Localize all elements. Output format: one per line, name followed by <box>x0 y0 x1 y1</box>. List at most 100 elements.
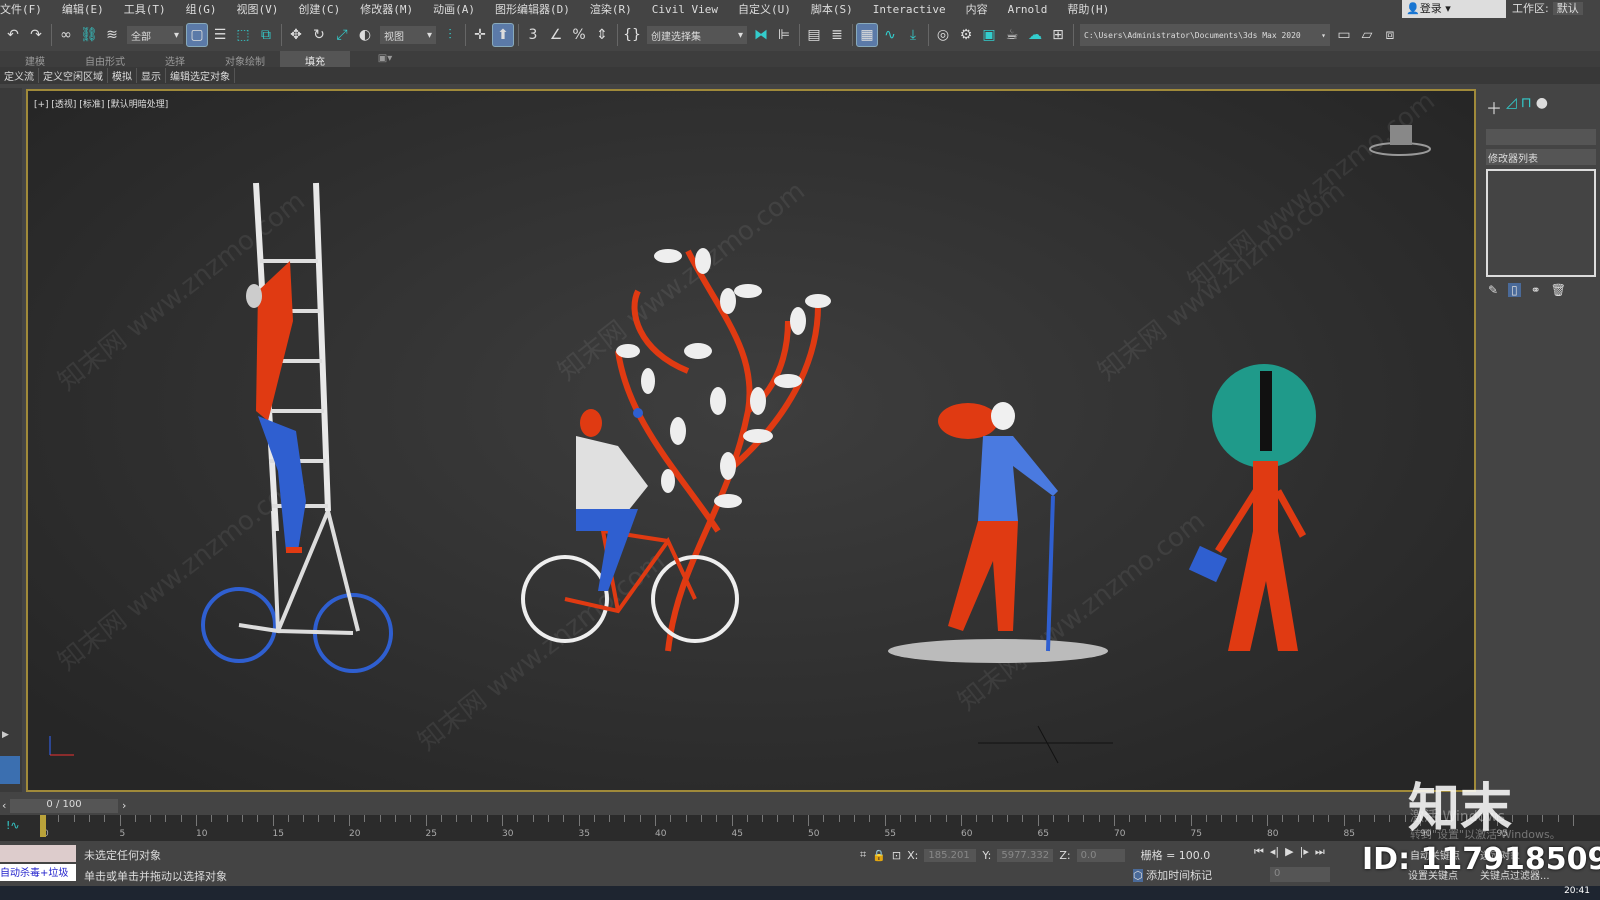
menu-item[interactable]: 组(G) <box>186 1 217 17</box>
object-name-field[interactable] <box>1486 129 1596 145</box>
select-by-name-icon[interactable]: ☰ <box>209 23 231 47</box>
reference-coordinate-dropdown[interactable]: 视图 ▾ <box>380 26 436 44</box>
menu-item[interactable]: 动画(A) <box>433 1 475 17</box>
move-icon[interactable]: ✥ <box>285 23 307 47</box>
simulate-button[interactable]: 模拟 <box>108 68 137 83</box>
prev-key-icon[interactable]: ◂| <box>1270 845 1279 859</box>
current-frame-marker[interactable] <box>40 815 46 837</box>
expand-arrow-icon[interactable]: ▶ <box>2 730 9 740</box>
toggle-ribbon-icon[interactable]: ▦ <box>856 23 878 47</box>
prev-frame-icon[interactable]: ‹ <box>2 799 6 812</box>
view-cube-icon[interactable] <box>1369 125 1431 156</box>
menu-item[interactable]: 内容 <box>966 1 988 17</box>
modifier-stack[interactable] <box>1486 169 1596 277</box>
snap-toggle-icon[interactable]: 3 <box>522 23 544 47</box>
menu-item[interactable]: 文件(F) <box>0 1 42 17</box>
place-icon[interactable]: ◐ <box>354 23 376 47</box>
menu-item[interactable]: 自定义(U) <box>738 1 791 17</box>
menu-item[interactable]: 脚本(S) <box>811 1 853 17</box>
edit-selected-button[interactable]: 编辑选定对象 <box>166 68 235 83</box>
menu-item[interactable]: 编辑(E) <box>62 1 104 17</box>
tab-object-paint[interactable]: 对象绘制 <box>210 51 280 68</box>
layer-explorer-icon[interactable]: ≣ <box>826 23 848 47</box>
open-folder-icon[interactable]: ▱ <box>1356 23 1378 47</box>
menu-item[interactable]: 视图(V) <box>237 1 279 17</box>
menu-item[interactable]: 工具(T) <box>124 1 166 17</box>
display-button[interactable]: 显示 <box>137 68 166 83</box>
schematic-view-icon[interactable]: ⤓ <box>902 23 924 47</box>
create-tab-icon[interactable]: ＋ <box>1486 95 1502 119</box>
motion-tab-icon[interactable]: ● <box>1536 95 1548 119</box>
pin-stack-icon[interactable]: ✎ <box>1488 283 1498 297</box>
spinner-snap-icon[interactable]: ⇕ <box>591 23 613 47</box>
project-folder-icon[interactable]: ▭ <box>1333 23 1355 47</box>
menu-item[interactable]: 创建(C) <box>298 1 340 17</box>
current-frame-field[interactable]: 0 <box>1270 867 1330 882</box>
ladder-bicycle-figure[interactable] <box>201 182 393 673</box>
render-production-icon[interactable]: ☕ <box>1001 23 1023 47</box>
define-idle-areas-button[interactable]: 定义空闲区域 <box>39 68 108 83</box>
scale-icon[interactable]: ⤢ <box>331 23 353 47</box>
ribbon-options-icon[interactable]: ▣▾ <box>350 51 420 67</box>
go-to-start-icon[interactable]: ⏮ <box>1254 845 1264 859</box>
selection-filter-dropdown[interactable]: 全部 ▾ <box>127 26 183 44</box>
add-time-tag[interactable]: ⬡ 添加时间标记 <box>1133 867 1212 883</box>
login-dropdown[interactable]: 👤登录 ▾ <box>1402 0 1506 18</box>
named-selection-dropdown[interactable]: 创建选择集 ▾ <box>647 26 747 44</box>
workspace-selector[interactable]: 工作区: 默认 <box>1512 0 1583 18</box>
menu-item[interactable]: 渲染(R) <box>590 1 632 17</box>
z-coordinate[interactable]: 0.0 <box>1076 848 1125 862</box>
maxscript-listener[interactable] <box>0 845 76 862</box>
menu-item[interactable]: Interactive <box>873 3 946 16</box>
undo-icon[interactable]: ↶ <box>2 23 24 47</box>
absolute-mode-icon[interactable]: ⊡ <box>892 849 901 862</box>
lock-icon[interactable]: 🔒 <box>872 849 886 862</box>
select-manipulate-icon[interactable]: ✛ <box>469 23 491 47</box>
track-bar[interactable]: !∿ 0510152025303540455055606570758085909… <box>0 815 1600 841</box>
curve-editor-mini-icon[interactable]: !∿ <box>6 819 20 832</box>
menu-item[interactable]: 修改器(M) <box>360 1 413 17</box>
redo-icon[interactable]: ↷ <box>25 23 47 47</box>
window-crossing-icon[interactable]: ⧉ <box>255 23 277 47</box>
viewport-layout-icon[interactable]: ⊞ <box>1047 23 1069 47</box>
unlink-icon[interactable]: ⛓ <box>78 23 100 47</box>
tab-freeform[interactable]: 自由形式 <box>70 51 140 68</box>
percent-snap-icon[interactable]: % <box>568 23 590 47</box>
isolate-icon[interactable]: ⌗ <box>860 848 866 862</box>
y-coordinate[interactable]: 5977.332 <box>997 848 1054 862</box>
next-frame-icon[interactable]: › <box>122 799 126 812</box>
menu-item[interactable]: 帮助(H) <box>1067 1 1109 17</box>
bind-space-warp-icon[interactable]: ≋ <box>101 23 123 47</box>
pivot-center-icon[interactable]: ⫶ <box>439 23 461 47</box>
tab-selection[interactable]: 选择 <box>140 51 210 68</box>
rectangular-selection-icon[interactable]: ⬚ <box>232 23 254 47</box>
angle-snap-icon[interactable]: ∠ <box>545 23 567 47</box>
menu-item[interactable]: Arnold <box>1008 3 1048 16</box>
cyclist-tree-figure[interactable] <box>521 248 831 652</box>
play-icon[interactable]: ▶ <box>1285 845 1293 859</box>
select-object-icon[interactable]: ▢ <box>186 23 208 47</box>
tab-modeling[interactable]: 建模 <box>0 51 70 68</box>
render-setup-icon[interactable]: ⚙ <box>955 23 977 47</box>
menu-item[interactable]: Civil View <box>652 3 718 16</box>
material-editor-icon[interactable]: ◎ <box>932 23 954 47</box>
tab-populate[interactable]: 填充 <box>280 51 350 68</box>
modifier-list-dropdown[interactable]: 修改器列表 <box>1486 149 1596 165</box>
viewport-nav-icon[interactable] <box>0 756 20 784</box>
render-cloud-icon[interactable]: ☁ <box>1024 23 1046 47</box>
rendered-frame-window-icon[interactable]: ▣ <box>978 23 1000 47</box>
hierarchy-tab-icon[interactable]: ⊓ <box>1521 95 1532 119</box>
rotate-icon[interactable]: ↻ <box>308 23 330 47</box>
make-unique-icon[interactable]: ⚭ <box>1531 283 1541 297</box>
perspective-viewport[interactable]: 知末网 www.znzmo.com 知末网 www.znzmo.com 知末网 … <box>26 89 1476 792</box>
link-icon[interactable]: ∞ <box>55 23 77 47</box>
define-flows-button[interactable]: 定义流 <box>0 68 39 83</box>
remove-modifier-icon[interactable]: 🗑 <box>1551 283 1566 297</box>
show-end-result-icon[interactable]: ▯ <box>1508 283 1521 297</box>
asset-tracking-icon[interactable]: ⧈ <box>1379 23 1401 47</box>
scene-explorer-icon[interactable]: ▤ <box>803 23 825 47</box>
tree-head-man-figure[interactable] <box>1188 364 1316 651</box>
project-path-dropdown[interactable]: C:\Users\Administrator\Documents\3ds Max… <box>1080 24 1330 46</box>
x-coordinate[interactable]: 185.201 <box>924 848 977 862</box>
align-icon[interactable]: ⊫ <box>773 23 795 47</box>
